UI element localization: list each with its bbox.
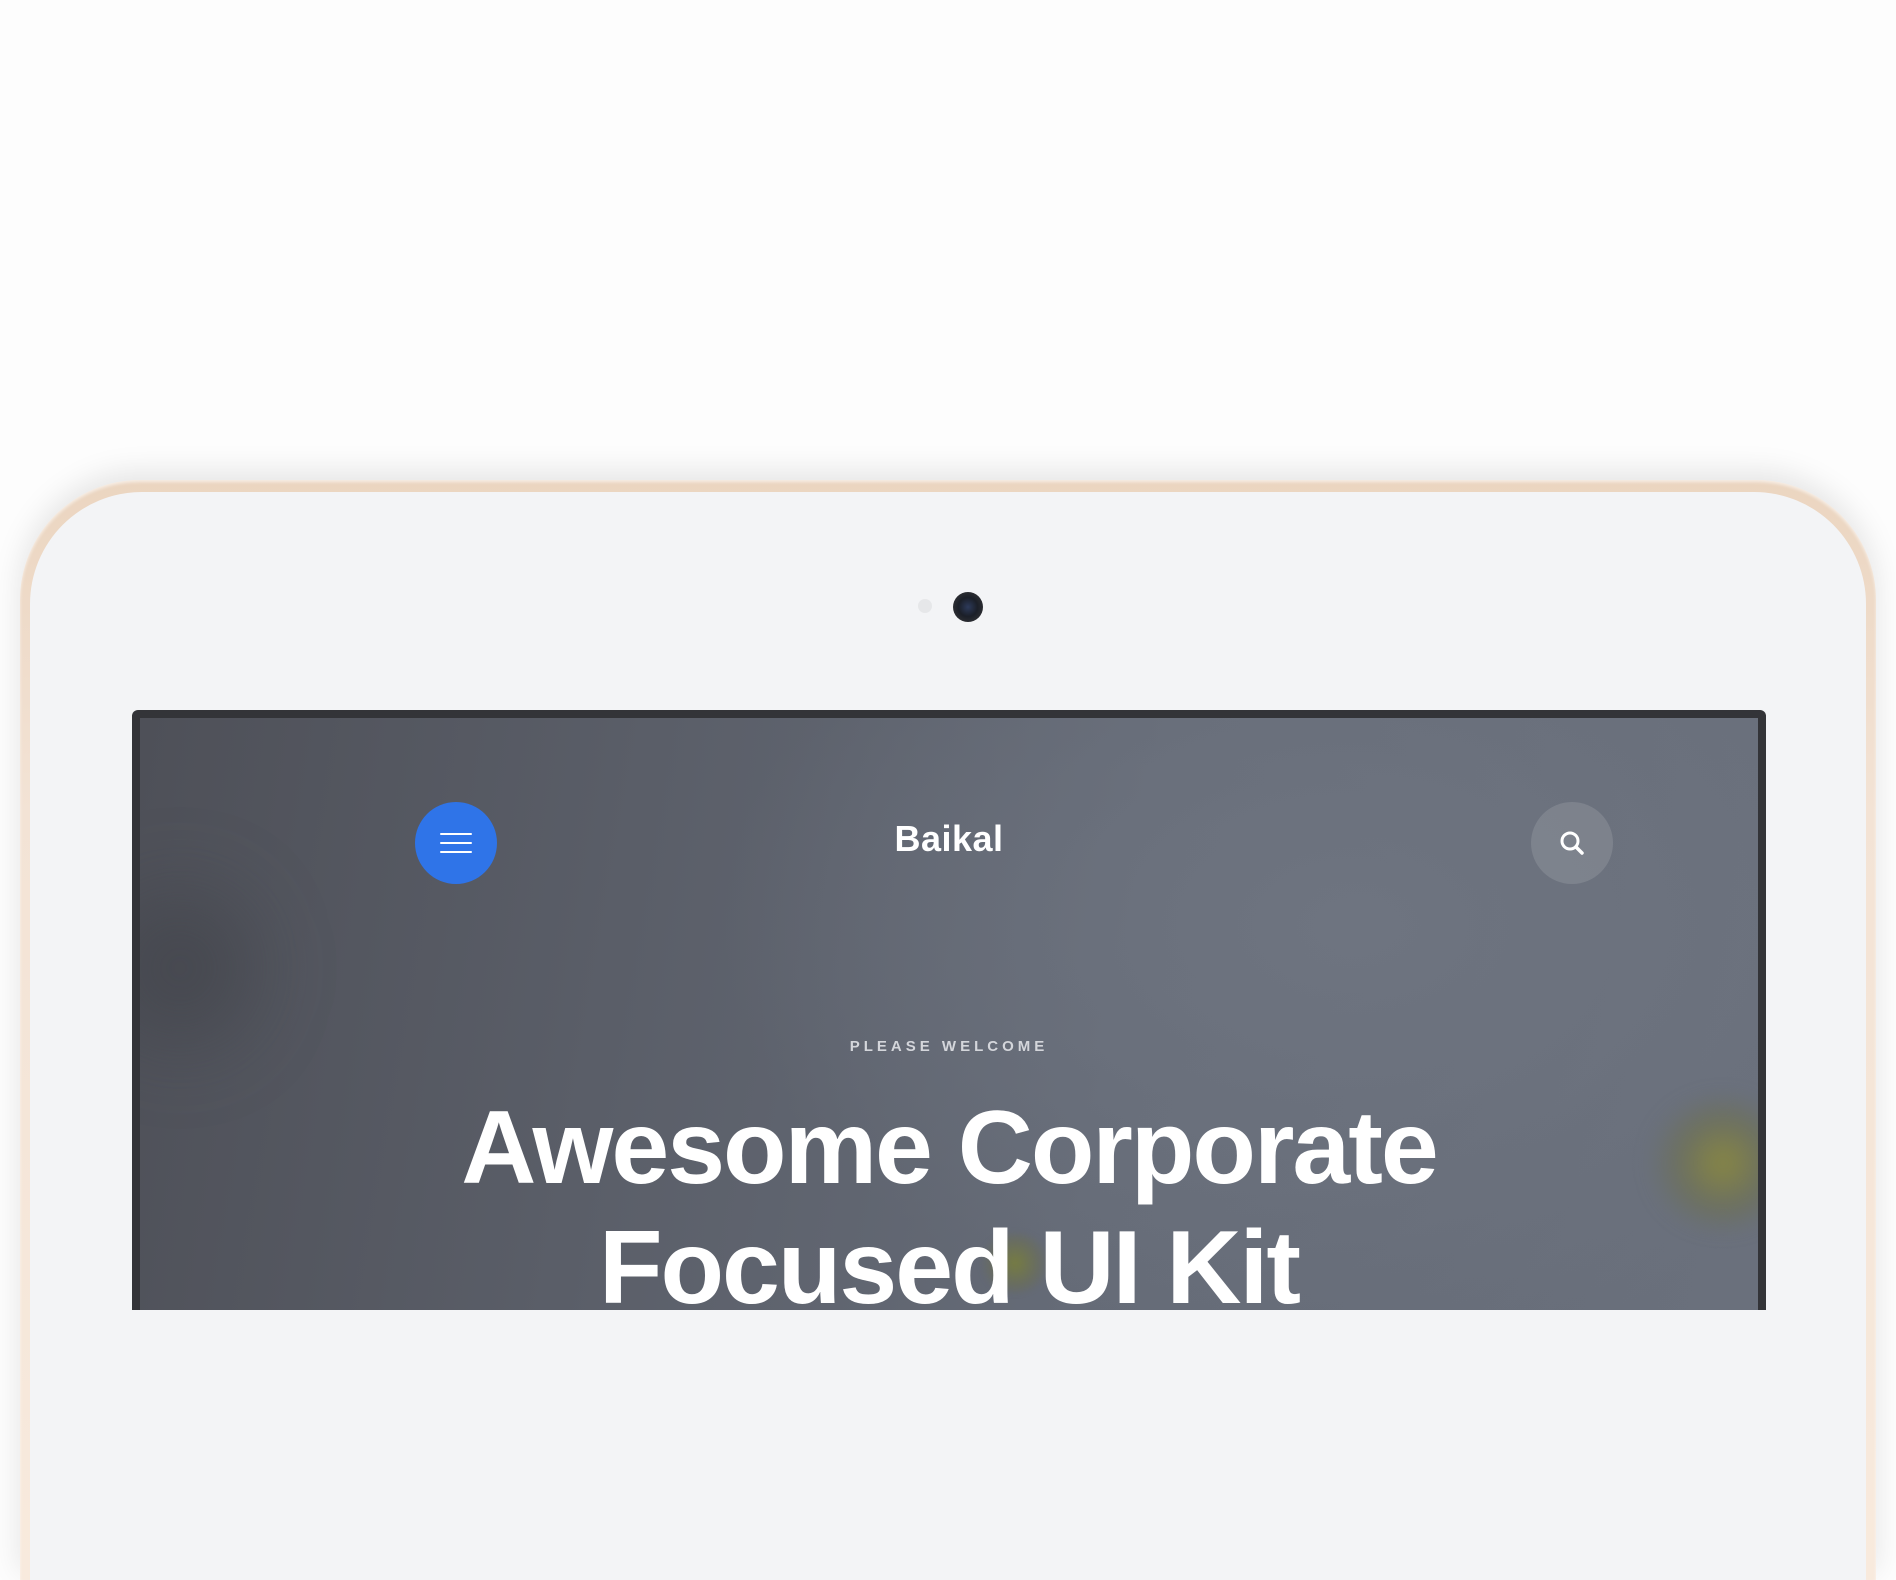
hero-title-line-1: Awesome Corporate <box>461 1090 1438 1206</box>
search-icon <box>1560 831 1584 855</box>
hero-title: Awesome Corporate Focused UI Kit <box>140 1088 1758 1310</box>
tablet-screen: Baikal PLEASE WELCOME Awesome Corporate … <box>132 710 1766 1310</box>
front-camera <box>953 592 983 622</box>
search-button[interactable] <box>1531 802 1613 884</box>
hero-eyebrow: PLEASE WELCOME <box>849 1038 1049 1055</box>
hero-title-line-2: Focused UI Kit <box>598 1210 1301 1310</box>
ambient-light-sensor <box>918 599 932 613</box>
background-shadow <box>140 838 280 1098</box>
brand-logo[interactable]: Baikal <box>140 818 1758 860</box>
hero-section: Baikal PLEASE WELCOME Awesome Corporate … <box>140 718 1758 1310</box>
